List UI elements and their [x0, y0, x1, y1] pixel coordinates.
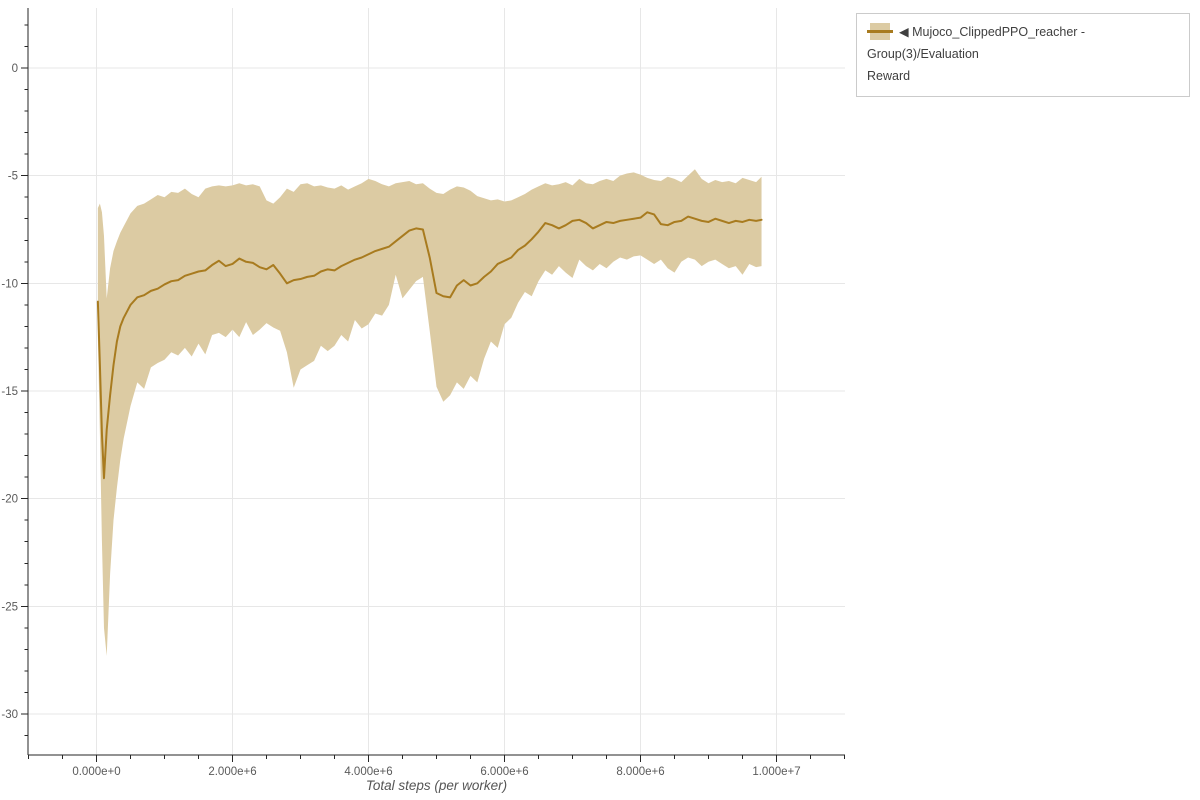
- legend: ◀ Mujoco_ClippedPPO_reacher - Group(3)/E…: [856, 13, 1190, 97]
- legend-item-evaluation-reward[interactable]: ◀ Mujoco_ClippedPPO_reacher - Group(3)/E…: [867, 21, 1179, 87]
- x-axis-title: Total steps (per worker): [365, 778, 508, 793]
- x-tick-label: 0.000e+0: [72, 766, 120, 778]
- y-tick-label: -30: [1, 709, 18, 721]
- y-tick-label: -10: [1, 278, 18, 290]
- y-tick-label: -5: [8, 171, 18, 183]
- x-tick-label: 2.000e+6: [208, 766, 256, 778]
- x-tick-label: 4.000e+6: [344, 766, 392, 778]
- dashboard-page: 0.000e+0 2.000e+6 4.000e+6 6.000e+6 8.000e+6…: [0, 0, 1200, 800]
- y-tick-label: -15: [1, 386, 18, 398]
- legend-label-line2: Reward: [867, 69, 911, 83]
- legend-series-swatch-icon: [867, 23, 893, 40]
- confidence-band: [97, 169, 762, 656]
- x-tick-label: 8.000e+6: [616, 766, 664, 778]
- y-tick-label: -20: [1, 494, 18, 506]
- y-tick-label: -25: [1, 601, 18, 613]
- legend-line-swatch: [867, 30, 893, 33]
- x-tick-label: 6.000e+6: [480, 766, 528, 778]
- legend-label-line1: ◀ Mujoco_ClippedPPO_reacher - Group(3)/E…: [867, 25, 1086, 61]
- y-tick-label: 0: [12, 63, 18, 75]
- reward-chart-canvas[interactable]: 0.000e+0 2.000e+6 4.000e+6 6.000e+6 8.000e+6…: [0, 0, 1200, 800]
- x-tick-label: 1.000e+7: [752, 766, 800, 778]
